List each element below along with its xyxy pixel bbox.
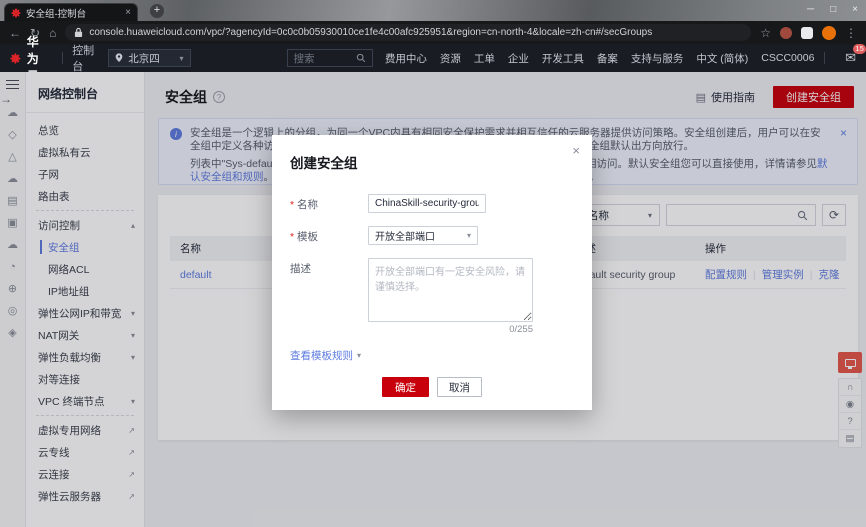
- search-icon: [356, 53, 366, 63]
- browser-menu-icon[interactable]: ⋮: [845, 27, 857, 39]
- browser-url-bar: ← → ↻ ⌂ console.huaweicloud.com/vpc/?age…: [0, 21, 866, 105]
- template-label: 模板: [290, 226, 368, 245]
- tab-close-icon[interactable]: ×: [125, 7, 131, 18]
- browser-tab[interactable]: 安全组-控制台 ×: [4, 3, 138, 21]
- huawei-favicon-icon: [11, 7, 21, 18]
- view-template-rules-link[interactable]: 查看模板规则 ▾: [290, 348, 592, 363]
- nav-dev-tools[interactable]: 开发工具: [542, 51, 584, 66]
- create-security-group-dialog: × 创建安全组 名称 模板 开放全部端口▾ 描述 0/255 查看: [272, 135, 592, 410]
- nav-icp[interactable]: 备案: [597, 51, 618, 66]
- url-text: console.huaweicloud.com/vpc/?agencyId=0c…: [89, 27, 653, 38]
- divider: [824, 52, 826, 64]
- dialog-close-icon[interactable]: ×: [572, 144, 580, 157]
- console-header: 华为云 控制台 北京四 ▾ 搜索 费用中心 资源 工单 企业 开发工具 备案 支…: [0, 35, 866, 83]
- nav-account[interactable]: CSCC0006: [761, 52, 814, 64]
- chevron-down-icon: ▾: [357, 351, 362, 360]
- lock-icon: [75, 27, 83, 37]
- name-input[interactable]: [368, 194, 486, 213]
- search-placeholder: 搜索: [293, 52, 315, 65]
- char-counter: 0/255: [509, 324, 533, 335]
- location-pin-icon: [115, 53, 123, 62]
- console-nav-label[interactable]: 控制台: [72, 42, 94, 74]
- nav-support[interactable]: 支持与服务: [631, 51, 684, 66]
- template-select[interactable]: 开放全部端口 ▾: [368, 226, 478, 245]
- address-field[interactable]: console.huaweicloud.com/vpc/?agencyId=0c…: [65, 24, 752, 41]
- nav-billing-center[interactable]: 费用中心: [385, 51, 427, 66]
- header-search-input[interactable]: 搜索: [286, 49, 373, 67]
- nav-tickets[interactable]: 工单: [474, 51, 495, 66]
- chevron-down-icon: ▾: [466, 231, 471, 240]
- extension-icon-2[interactable]: [801, 26, 813, 39]
- nav-language[interactable]: 中文 (简体): [696, 51, 748, 66]
- new-tab-button[interactable]: +: [150, 4, 164, 18]
- window-close-button[interactable]: ×: [852, 2, 858, 18]
- description-textarea[interactable]: [368, 258, 533, 322]
- ok-button[interactable]: 确定: [382, 377, 429, 397]
- region-value: 北京四: [128, 52, 160, 65]
- message-count-badge: 15: [853, 44, 866, 54]
- tab-title: 安全组-控制台: [26, 8, 87, 20]
- cancel-button[interactable]: 取消: [437, 377, 482, 397]
- window-maximize-button[interactable]: □: [830, 2, 836, 18]
- nav-resources[interactable]: 资源: [440, 51, 461, 66]
- dialog-title: 创建安全组: [290, 156, 358, 171]
- screenshot-root: 安全组-控制台 × + ─ □ × ← → ↻ ⌂ console.huawei…: [0, 0, 866, 527]
- chevron-down-icon: ▾: [179, 53, 184, 63]
- browser-tab-bar: 安全组-控制台 × + ─ □ ×: [0, 0, 866, 21]
- bookmark-star-icon[interactable]: ☆: [760, 27, 771, 39]
- nav-enterprise[interactable]: 企业: [508, 51, 529, 66]
- region-selector[interactable]: 北京四 ▾: [108, 49, 191, 67]
- window-minimize-button[interactable]: ─: [807, 2, 814, 18]
- name-label: 名称: [290, 194, 368, 213]
- browser-profile-avatar[interactable]: [822, 25, 836, 40]
- extension-icon[interactable]: [780, 26, 792, 39]
- messages-button[interactable]: ✉ 15: [845, 44, 866, 67]
- divider: [61, 52, 63, 64]
- huawei-logo-icon: [10, 52, 21, 64]
- description-label: 描述: [290, 263, 311, 275]
